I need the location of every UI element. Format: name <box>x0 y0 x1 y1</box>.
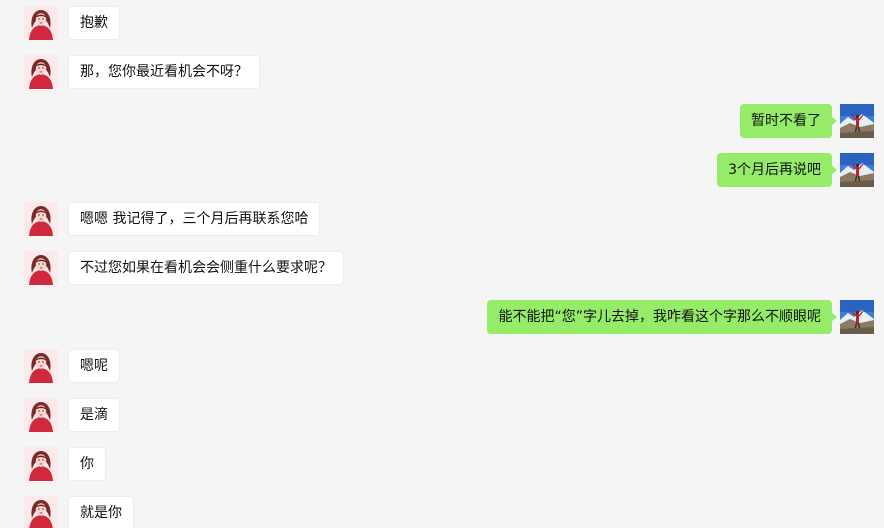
self-avatar[interactable] <box>840 153 874 187</box>
contact-avatar[interactable] <box>24 6 58 40</box>
message-bubble-incoming[interactable]: 你 <box>68 447 106 481</box>
woman-red-dress-avatar <box>24 447 58 481</box>
message-row-incoming: 嗯呢 <box>0 349 884 383</box>
contact-avatar[interactable] <box>24 251 58 285</box>
message-bubble-outgoing[interactable]: 3个月后再说吧 <box>717 153 837 187</box>
message-bubble-incoming[interactable]: 抱歉 <box>68 6 120 40</box>
message-bubble-outgoing[interactable]: 暂时不看了 <box>740 104 837 138</box>
woman-red-dress-avatar <box>24 202 58 236</box>
message-bubble-incoming[interactable]: 是滴 <box>68 398 120 432</box>
message-row-outgoing: 暂时不看了 <box>0 104 884 138</box>
message-bubble-incoming[interactable]: 嗯嗯 我记得了，三个月后再联系您哈 <box>68 202 321 236</box>
message-bubble-incoming[interactable]: 那，您你最近看机会不呀？ <box>68 55 260 89</box>
contact-avatar[interactable] <box>24 202 58 236</box>
woman-red-dress-avatar <box>24 251 58 285</box>
mountain-landscape-avatar <box>840 104 874 138</box>
message-row-incoming: 嗯嗯 我记得了，三个月后再联系您哈 <box>0 202 884 236</box>
message-bubble-incoming[interactable]: 不过您如果在看机会会侧重什么要求呢？ <box>68 251 344 285</box>
self-avatar[interactable] <box>840 104 874 138</box>
woman-red-dress-avatar <box>24 349 58 383</box>
message-row-outgoing: 3个月后再说吧 <box>0 153 884 187</box>
contact-avatar[interactable] <box>24 349 58 383</box>
woman-red-dress-avatar <box>24 6 58 40</box>
mountain-landscape-avatar <box>840 153 874 187</box>
woman-red-dress-avatar <box>24 55 58 89</box>
message-row-outgoing: 能不能把“您”字儿去掉，我咋看这个字那么不顺眼呢 <box>0 300 884 334</box>
woman-red-dress-avatar <box>24 398 58 432</box>
message-row-incoming: 那，您你最近看机会不呀？ <box>0 55 884 89</box>
contact-avatar[interactable] <box>24 496 58 528</box>
message-row-incoming: 抱歉 <box>0 6 884 40</box>
chat-message-list[interactable]: 抱歉 那，您你最近看机会不呀？ 暂时不看了 3个月后再说吧 嗯嗯 我记得了，三个… <box>0 0 884 528</box>
contact-avatar[interactable] <box>24 55 58 89</box>
woman-red-dress-avatar <box>24 496 58 528</box>
message-row-incoming: 就是你 <box>0 496 884 528</box>
message-bubble-incoming[interactable]: 嗯呢 <box>68 349 120 383</box>
mountain-landscape-avatar <box>840 300 874 334</box>
message-row-incoming: 是滴 <box>0 398 884 432</box>
self-avatar[interactable] <box>840 300 874 334</box>
contact-avatar[interactable] <box>24 447 58 481</box>
message-bubble-outgoing[interactable]: 能不能把“您”字儿去掉，我咋看这个字那么不顺眼呢 <box>487 300 837 334</box>
message-row-incoming: 不过您如果在看机会会侧重什么要求呢？ <box>0 251 884 285</box>
contact-avatar[interactable] <box>24 398 58 432</box>
message-row-incoming: 你 <box>0 447 884 481</box>
message-bubble-incoming[interactable]: 就是你 <box>68 496 134 528</box>
